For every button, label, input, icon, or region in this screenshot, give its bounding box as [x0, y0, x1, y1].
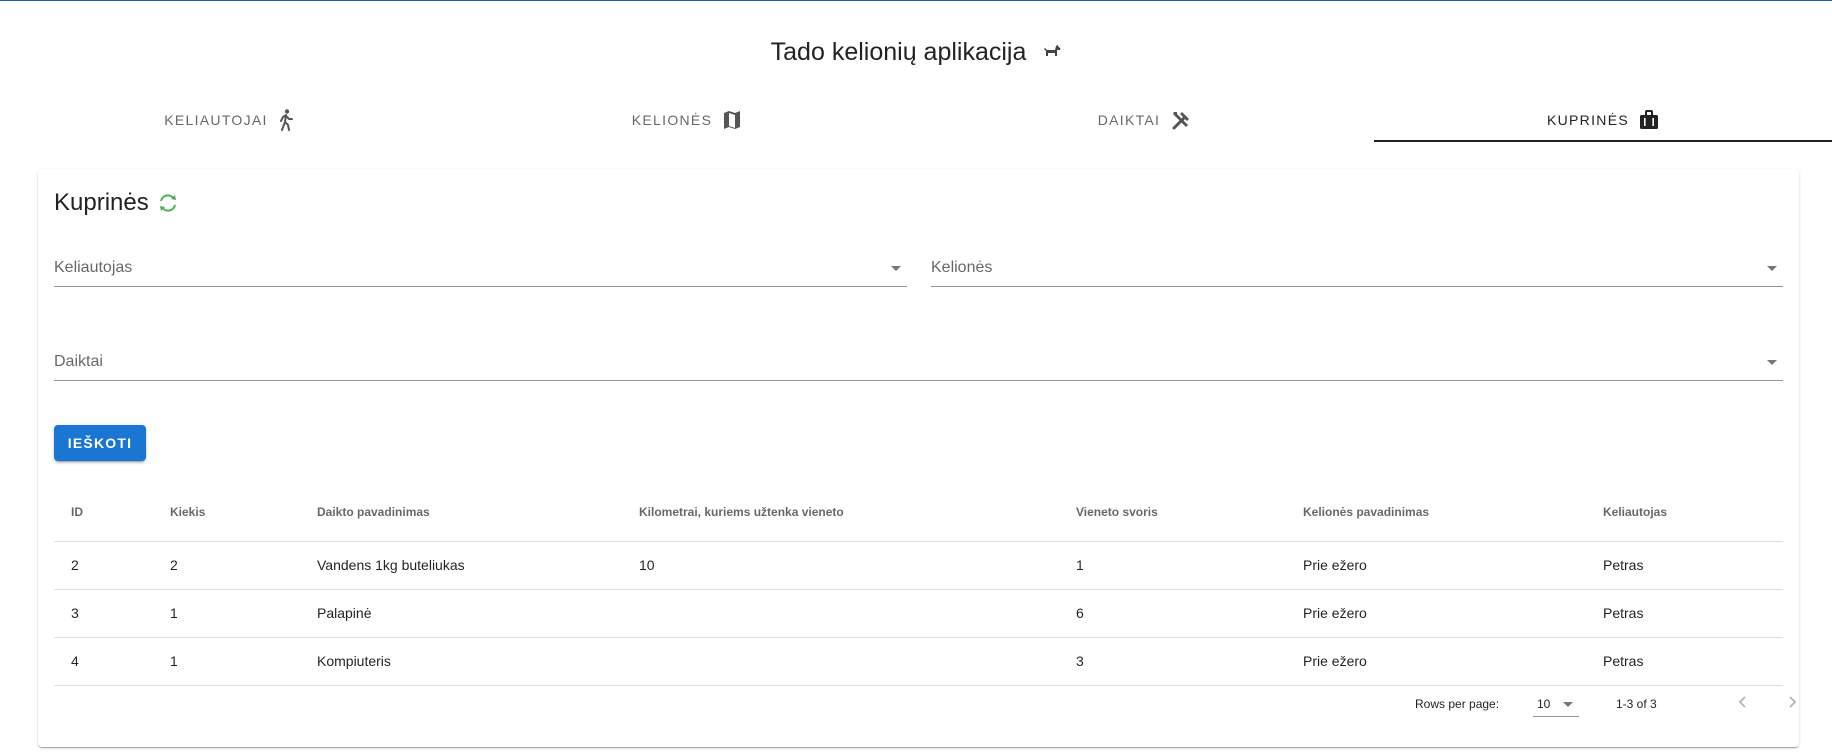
tab-label: Daiktai	[1097, 112, 1161, 128]
table-cell: Petras	[1586, 541, 1783, 590]
dog-icon	[1041, 40, 1061, 69]
table-cell: Prie ežero	[1286, 589, 1586, 638]
dropdown-arrow-icon	[1563, 702, 1573, 707]
table-cell: 2	[54, 541, 153, 590]
search-button[interactable]: IEŠKOTI	[54, 425, 146, 461]
items-select[interactable]: Daiktai	[54, 341, 1783, 381]
table-cell: 1	[153, 637, 300, 686]
tab-daiktai[interactable]: Daiktai	[916, 98, 1374, 142]
tab-label: Kelionės	[631, 112, 713, 128]
dropdown-arrow-icon	[1767, 360, 1777, 365]
table-row[interactable]: 2 2 Vandens 1kg buteliukas 10 1 Prie eže…	[54, 541, 1783, 590]
previous-page-button[interactable]	[1727, 687, 1759, 719]
table-cell: 10	[622, 541, 1059, 590]
next-page-button[interactable]	[1776, 687, 1808, 719]
trips-select[interactable]: Kelionės	[931, 247, 1783, 287]
table-row[interactable]: 4 1 Kompiuteris 3 Prie ežero Petras	[54, 637, 1783, 686]
top-divider	[0, 0, 1832, 1]
column-header[interactable]: Keliautojas	[1586, 483, 1783, 542]
table-cell: Petras	[1586, 637, 1783, 686]
table-cell: Petras	[1586, 589, 1783, 638]
panel-title: Kuprinės	[54, 189, 179, 217]
dropdown-arrow-icon	[891, 266, 901, 271]
column-header[interactable]: Kelionės pavadinimas	[1286, 483, 1586, 542]
column-header[interactable]: ID	[54, 483, 153, 542]
table-cell: 3	[1059, 637, 1286, 686]
dropdown-arrow-icon	[1767, 266, 1777, 271]
table-row[interactable]: 3 1 Palapinė 6 Prie ežero Petras	[54, 589, 1783, 638]
map-icon	[722, 110, 742, 130]
table-cell: 4	[54, 637, 153, 686]
bag-icon	[1639, 110, 1659, 130]
table-pagination: Rows per page: 10 1-3 of 3	[38, 679, 1799, 735]
table-cell: 6	[1059, 589, 1286, 638]
tab-bar: Keliautojai Kelionės Daiktai	[0, 98, 1832, 142]
table-cell: Palapinė	[300, 589, 622, 638]
tools-icon	[1170, 109, 1192, 131]
table-cell: 1	[153, 589, 300, 638]
traveler-select-label: Keliautojas	[54, 259, 133, 276]
column-header[interactable]: Vieneto svoris	[1059, 483, 1286, 542]
rows-per-page-select[interactable]: 10	[1533, 687, 1579, 717]
trips-select-label: Kelionės	[931, 259, 993, 276]
table-header-row: ID Kiekis Daikto pavadinimas Kilometrai,…	[54, 483, 1783, 542]
chevron-left-icon	[1736, 695, 1750, 712]
table-cell: Prie ežero	[1286, 637, 1586, 686]
table-cell	[622, 589, 1059, 638]
panel-title-text: Kuprinės	[54, 189, 149, 216]
tab-keliones[interactable]: Kelionės	[458, 98, 916, 142]
tab-kuprines[interactable]: Kuprinės	[1374, 98, 1832, 142]
tab-label: Kuprinės	[1547, 112, 1629, 128]
rows-per-page-value: 10	[1537, 697, 1551, 711]
walking-person-icon	[278, 109, 294, 131]
rows-per-page-label: Rows per page:	[1415, 697, 1500, 711]
table-cell: 3	[54, 589, 153, 638]
chevron-right-icon	[1785, 695, 1799, 712]
column-header[interactable]: Daikto pavadinimas	[300, 483, 622, 542]
backpacks-panel: Kuprinės Keliautojas Kelionės Daiktai IE…	[38, 169, 1799, 747]
table-cell: 1	[1059, 541, 1286, 590]
pagination-range: 1-3 of 3	[1616, 697, 1657, 711]
app-title: Tado kelionių aplikacija	[0, 38, 1832, 69]
items-select-label: Daiktai	[54, 353, 103, 370]
table-cell: Kompiuteris	[300, 637, 622, 686]
refresh-icon[interactable]	[157, 192, 179, 214]
table-cell: Vandens 1kg buteliukas	[300, 541, 622, 590]
column-header[interactable]: Kiekis	[153, 483, 300, 542]
column-header[interactable]: Kilometrai, kuriems užtenka vieneto	[622, 483, 1059, 542]
backpacks-table: ID Kiekis Daikto pavadinimas Kilometrai,…	[54, 483, 1783, 686]
traveler-select[interactable]: Keliautojas	[54, 247, 907, 287]
tab-label: Keliautojai	[164, 112, 268, 128]
app-title-text: Tado kelionių aplikacija	[770, 38, 1027, 66]
tab-keliautojai[interactable]: Keliautojai	[0, 98, 458, 142]
table-cell: 2	[153, 541, 300, 590]
table-cell: Prie ežero	[1286, 541, 1586, 590]
table-cell	[622, 637, 1059, 686]
